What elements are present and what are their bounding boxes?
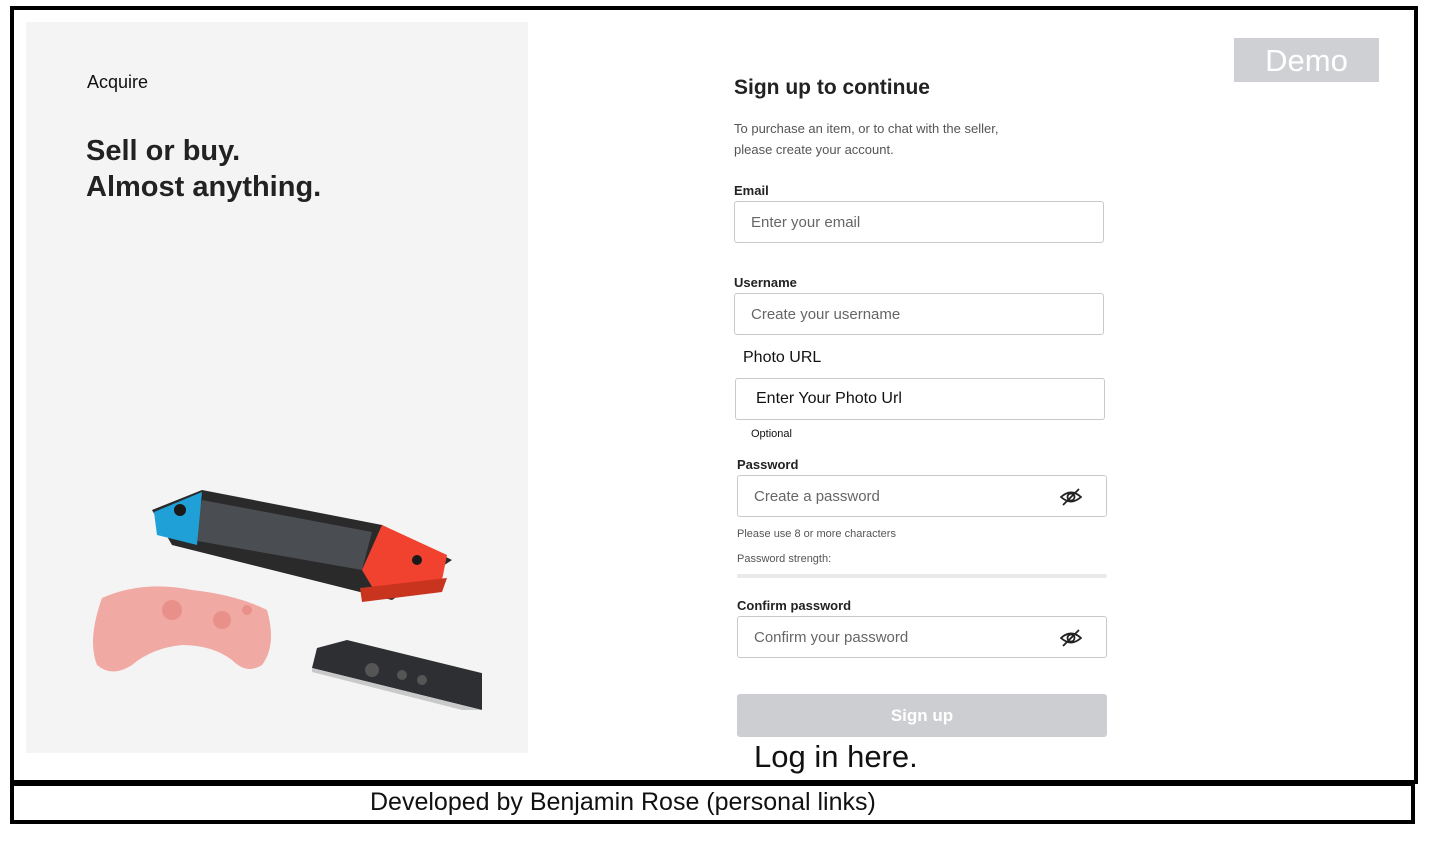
photo-url-field[interactable]: Enter Your Photo Url (735, 378, 1105, 420)
tagline-line-2: Almost anything. (86, 171, 322, 203)
photo-url-placeholder: Enter Your Photo Url (756, 390, 902, 407)
brand-name: Acquire (87, 72, 149, 92)
game-console-image (152, 490, 452, 602)
tagline-line-1: Sell or buy. (86, 135, 241, 167)
form-subtitle-line-1: To purchase an item, or to chat with the… (734, 121, 999, 136)
form-subtitle: To purchase an item, or to chat with the… (734, 118, 1054, 160)
email-field[interactable]: Enter your email (734, 201, 1104, 243)
products-illustration (93, 490, 482, 710)
password-placeholder: Create a password (754, 488, 880, 505)
hero-tagline: Sell or buy. Almost anything. (86, 133, 321, 205)
footer: Developed by Benjamin Rose (personal lin… (10, 782, 1415, 824)
password-strength-label: Password strength: (737, 553, 832, 565)
username-label: Username (734, 275, 797, 290)
confirm-password-label: Confirm password (737, 598, 852, 613)
form-title: Sign up to continue (734, 76, 930, 99)
photo-url-optional-note: Optional (751, 428, 792, 440)
sign-up-button[interactable]: Sign up (737, 694, 1107, 737)
page-frame: Acquire Sell or buy. Almost anything. De… (10, 6, 1418, 784)
password-strength-bar (737, 574, 1107, 578)
hero-panel: Acquire Sell or buy. Almost anything. (26, 22, 528, 753)
password-label: Password (737, 457, 799, 472)
demo-badge: Demo (1234, 38, 1379, 82)
eye-slash-icon[interactable] (1060, 628, 1082, 648)
footer-credit: Developed by Benjamin Rose (personal lin… (370, 788, 876, 816)
password-hint: Please use 8 or more characters (737, 528, 896, 540)
email-placeholder: Enter your email (751, 214, 861, 231)
remote-image (312, 640, 482, 710)
controller-image (93, 586, 271, 672)
form-subtitle-line-2: please create your account. (734, 142, 894, 157)
email-label: Email (734, 183, 769, 198)
log-in-link[interactable]: Log in here. (754, 739, 918, 775)
confirm-password-placeholder: Confirm your password (754, 629, 909, 646)
photo-url-label: Photo URL (743, 349, 822, 366)
eye-slash-icon[interactable] (1060, 487, 1082, 507)
username-placeholder: Create your username (751, 306, 901, 323)
password-field[interactable]: Create a password (737, 475, 1107, 517)
confirm-password-field[interactable]: Confirm your password (737, 616, 1107, 658)
username-field[interactable]: Create your username (734, 293, 1104, 335)
